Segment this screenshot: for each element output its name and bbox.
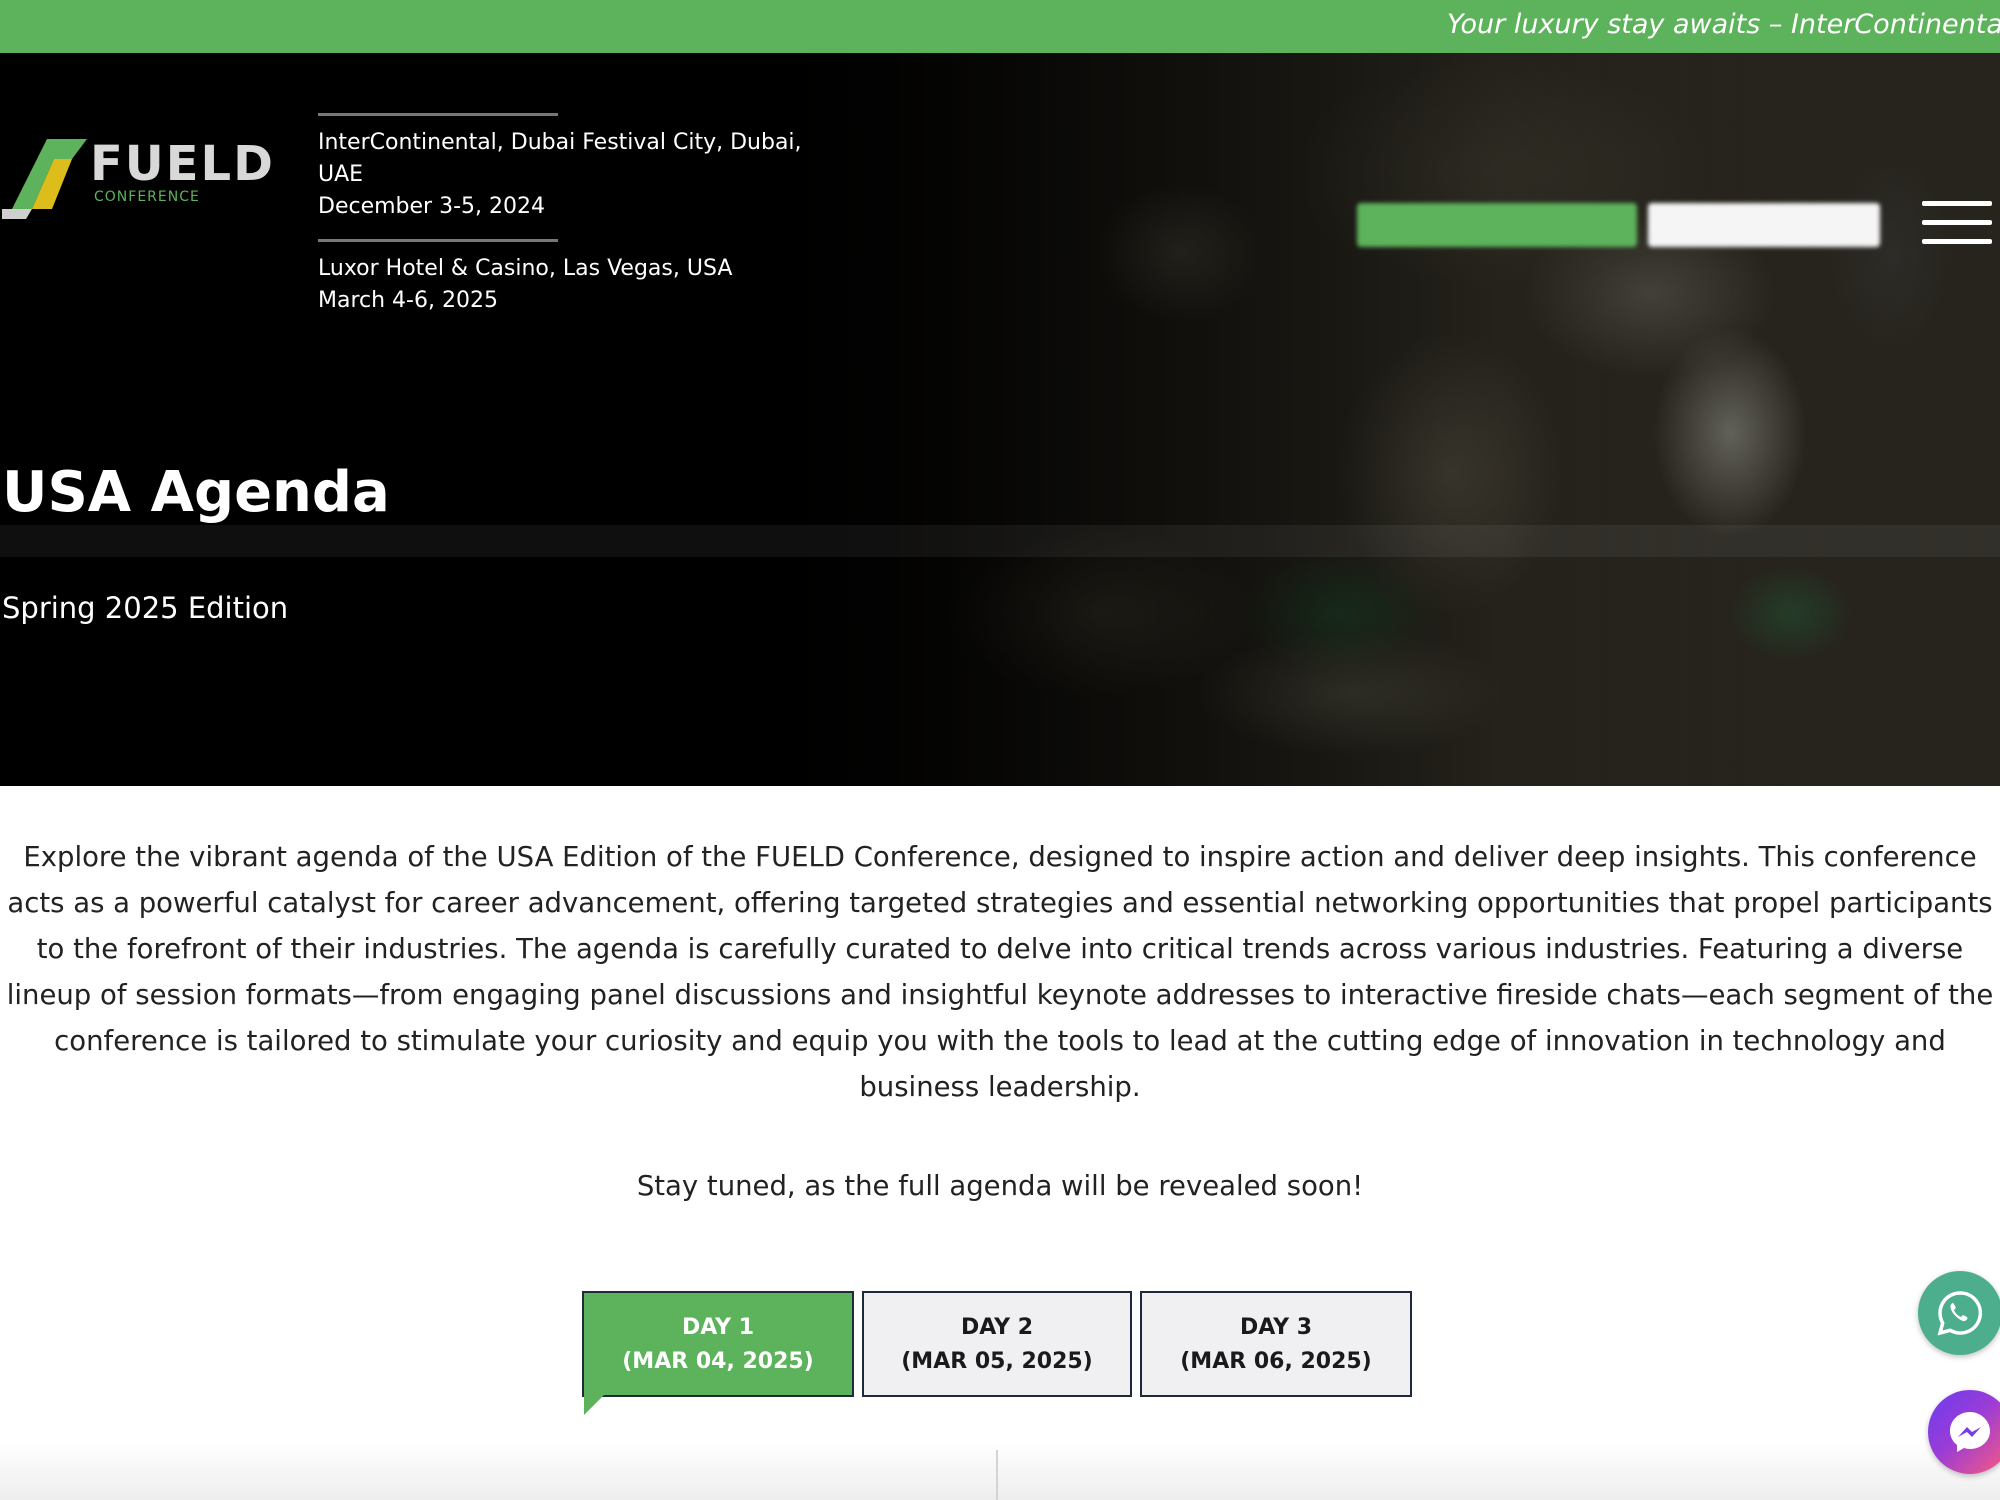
tab-day-label: DAY 3 [1239,1315,1313,1340]
logo-mark-icon [2,139,87,219]
hero-banner: FUELD CONFERENCE InterContinental, Dubai… [0,53,2000,786]
tab-day-3[interactable]: DAY 3 (MAR 06, 2025) [1140,1291,1412,1397]
event-info-usa: Luxor Hotel & Casino, Las Vegas, USA Mar… [318,239,818,317]
tab-day-date: (MAR 06, 2025) [1180,1349,1372,1374]
event-dates: March 4-6, 2025 [318,288,498,313]
whatsapp-icon [1937,1291,1983,1336]
logo-wordmark: FUELD [90,136,275,192]
page-title: USA Agenda [2,460,390,525]
event-info-dubai: InterContinental, Dubai Festival City, D… [318,113,818,223]
sponsor-button[interactable] [1648,203,1880,247]
whatsapp-chat-button[interactable] [1918,1271,2000,1355]
tab-day-label: DAY 2 [960,1315,1034,1340]
hamburger-icon[interactable] [1922,201,1992,247]
tab-day-label: DAY 1 [681,1315,755,1340]
stay-tuned-text: Stay tuned, as the full agenda will be r… [636,1170,1364,1202]
logo-subtitle: CONFERENCE [94,189,200,205]
agenda-content-area [0,1442,2000,1500]
tab-day-2[interactable]: DAY 2 (MAR 05, 2025) [862,1291,1132,1397]
event-divider [318,113,558,116]
register-button[interactable] [1357,203,1637,247]
agenda-column-divider [996,1450,998,1500]
event-venue: InterContinental, Dubai Festival City, D… [318,130,802,187]
event-divider [318,239,558,242]
page-subtitle: Spring 2025 Edition [2,591,289,625]
active-tab-pointer [584,1395,604,1415]
ticker-text: Your luxury stay awaits – InterContinent… [1447,9,2000,40]
announcement-ticker[interactable]: Your luxury stay awaits – InterContinent… [0,0,2000,53]
intro-paragraph: Explore the vibrant agenda of the USA Ed… [6,841,1994,1103]
event-dates: December 3-5, 2024 [318,194,545,219]
site-logo[interactable]: FUELD CONFERENCE [2,125,292,235]
tab-day-1[interactable]: DAY 1 (MAR 04, 2025) [582,1291,854,1397]
tab-day-date: (MAR 05, 2025) [901,1349,1093,1374]
event-venue: Luxor Hotel & Casino, Las Vegas, USA [318,256,733,281]
hero-overlay [0,53,2000,786]
tab-day-date: (MAR 04, 2025) [622,1349,814,1374]
messenger-icon [1950,1412,1990,1452]
